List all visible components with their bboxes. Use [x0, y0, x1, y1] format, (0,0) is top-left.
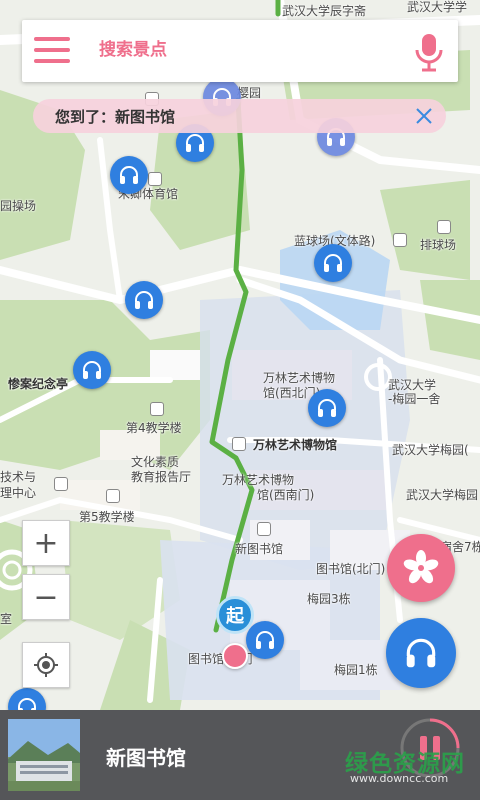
- map-label: 武汉大学梅园(: [392, 443, 469, 457]
- map-label: 图书馆(北门): [316, 562, 386, 576]
- audio-guide-pin[interactable]: [314, 244, 352, 282]
- map-label: 园操场: [0, 199, 37, 213]
- building-icon: [437, 220, 451, 234]
- audio-guide-pin[interactable]: [110, 156, 148, 194]
- building-icon: [148, 172, 162, 186]
- headphones-icon: [83, 361, 101, 379]
- map-label: 惨案纪念亭: [8, 377, 69, 391]
- map-label: 武汉大学梅园: [406, 488, 479, 502]
- map-label: 馆(西南门): [257, 488, 315, 502]
- headphones-icon: [324, 254, 342, 272]
- location-thumbnail: [8, 719, 80, 791]
- zoom-out-button[interactable]: −: [22, 574, 70, 620]
- zoom-in-button[interactable]: +: [22, 520, 70, 566]
- close-icon[interactable]: [414, 106, 434, 126]
- audio-guide-pin[interactable]: [125, 281, 163, 319]
- plus-icon: +: [33, 525, 59, 561]
- museum-icon: [232, 437, 246, 451]
- map-label: 排球场: [420, 238, 457, 252]
- search-bar: [22, 20, 458, 82]
- watermark-url: www.downcc.com: [350, 772, 449, 785]
- map-label: 万林艺术博物馆: [253, 438, 338, 452]
- headphones-icon: [256, 631, 274, 649]
- locate-icon: [34, 653, 58, 677]
- building-icon: [393, 233, 407, 247]
- map-label: 万林艺术博物: [222, 473, 295, 487]
- hamburger-icon: [34, 48, 70, 52]
- microphone-icon[interactable]: [414, 32, 444, 72]
- map-label: 武汉大学: [388, 378, 437, 392]
- playing-title: 新图书馆: [106, 746, 186, 770]
- map-label: -梅园一舍: [388, 392, 441, 406]
- map-label: 室: [0, 612, 13, 626]
- library-icon: [257, 522, 271, 536]
- map-label: 教育报告厅: [131, 470, 192, 484]
- building-icon: [54, 477, 68, 491]
- map-label: 万林艺术博物: [263, 371, 336, 385]
- building-icon: [106, 489, 120, 503]
- headphones-icon: [135, 291, 153, 309]
- hamburger-icon: [34, 59, 70, 63]
- map-label: 新图书馆: [235, 542, 284, 556]
- hamburger-icon: [34, 37, 70, 41]
- map-label: 第5教学楼: [79, 510, 135, 524]
- map-label: 技术与: [0, 470, 37, 484]
- audio-guide-pin[interactable]: [308, 389, 346, 427]
- map-label: 文化素质: [131, 455, 180, 469]
- minus-icon: −: [33, 579, 59, 615]
- audio-guide-pin[interactable]: [73, 351, 111, 389]
- map-label: 梅园3栋: [307, 592, 351, 606]
- start-marker-label: 起: [226, 606, 244, 627]
- map-label: 理中心: [0, 486, 37, 500]
- map-label: 第4教学楼: [126, 421, 182, 435]
- menu-button[interactable]: [34, 37, 70, 65]
- locate-button[interactable]: [22, 642, 70, 688]
- scenic-spot-button[interactable]: [387, 534, 455, 602]
- arrival-text: 您到了：新图书馆: [55, 108, 176, 126]
- start-marker: 起: [216, 596, 254, 634]
- headphones-icon: [406, 638, 436, 668]
- map-label: 梅园1栋: [334, 663, 378, 677]
- search-input[interactable]: [97, 39, 401, 61]
- audio-guide-pin[interactable]: [246, 621, 284, 659]
- headphones-icon: [120, 166, 138, 184]
- arrival-banner: 您到了：新图书馆: [33, 99, 446, 133]
- building-icon: [150, 402, 164, 416]
- headphones-icon: [318, 399, 336, 417]
- current-location-dot: [222, 643, 248, 669]
- flower-icon: [403, 550, 439, 584]
- map-label: 武汉大学学: [407, 0, 468, 14]
- headphones-icon: [186, 134, 204, 152]
- audio-guide-button[interactable]: [386, 618, 456, 688]
- map-label: 武汉大学辰字斋: [282, 4, 367, 18]
